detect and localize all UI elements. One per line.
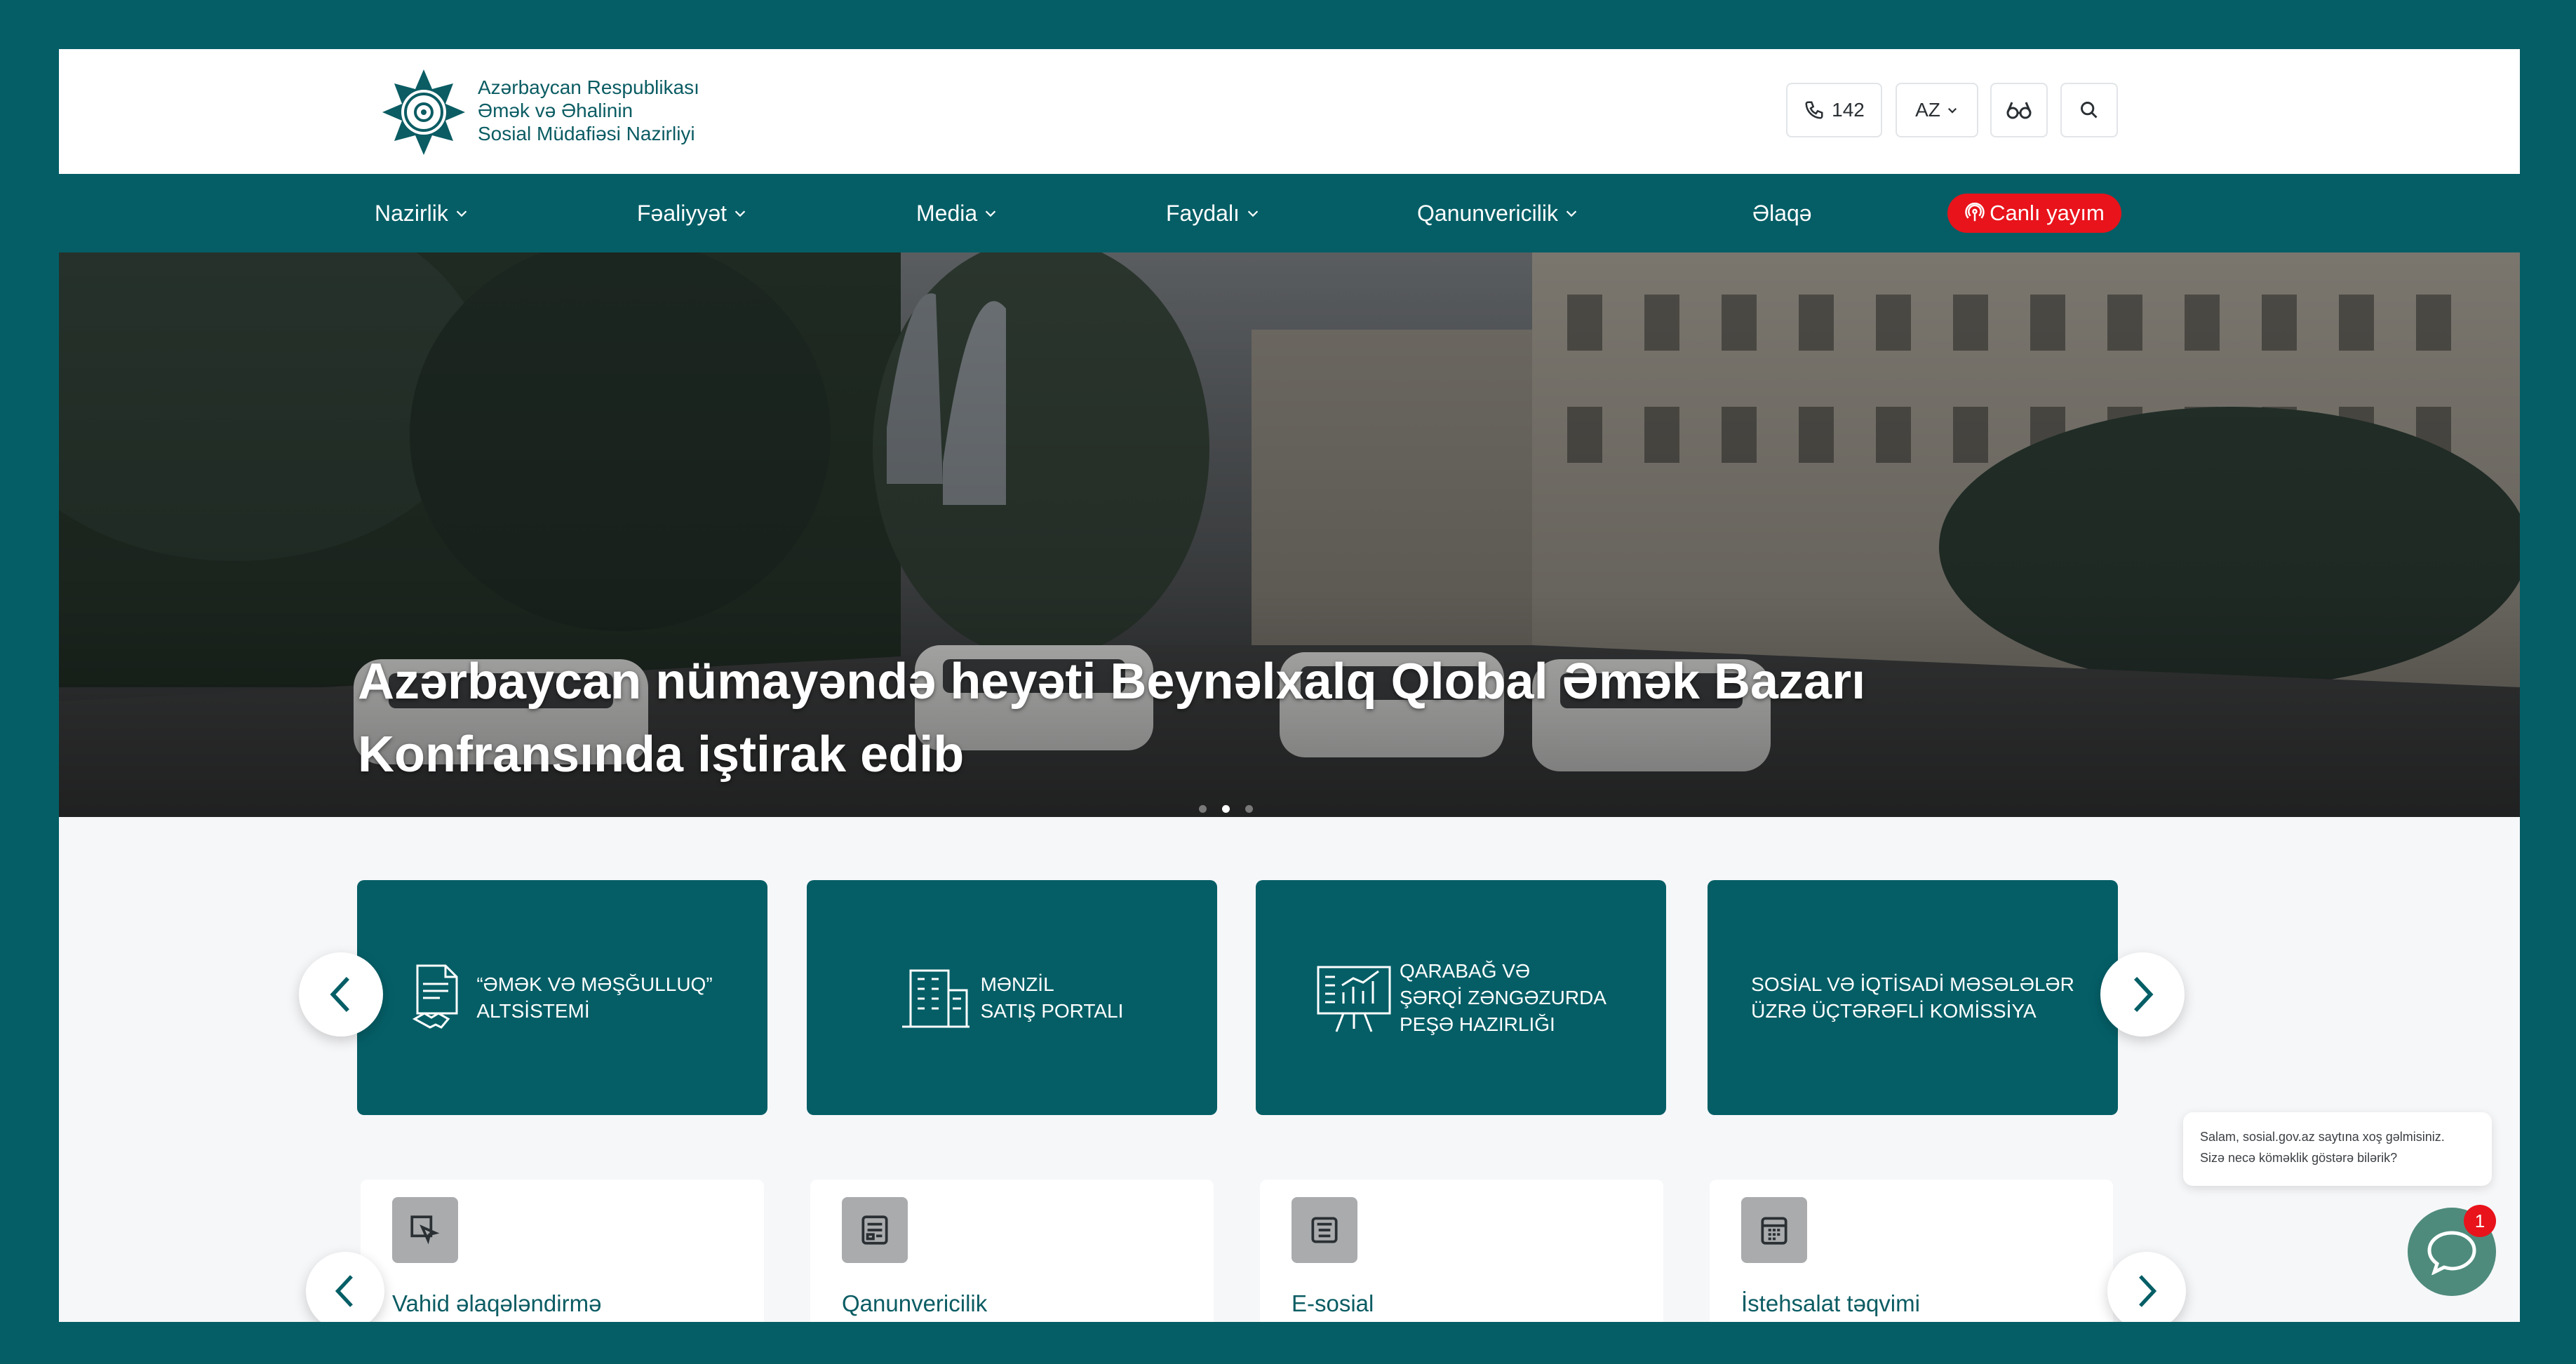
hero-slider[interactable]: Azərbaycan nümayəndə heyəti Beynəlxalq Q…: [59, 252, 2520, 817]
nav-item-fealiyyet[interactable]: Fəaliyyət: [637, 174, 748, 252]
chat-icon: [2427, 1231, 2476, 1275]
card-title-line-3: PEŞƏ HAZIRLIĞI: [1400, 1013, 1555, 1035]
ministry-logo[interactable]: [378, 67, 469, 158]
nav-item-label: Nazirlik: [375, 200, 448, 226]
service-label: Vahid əlaqələndirmə: [392, 1290, 602, 1316]
language-select[interactable]: AZ: [1896, 83, 1978, 137]
site-header: Azərbaycan Respublikası Əmək və Əhalinin…: [59, 49, 2520, 174]
card-qarabag-pese[interactable]: QARABAĞ VƏ ŞƏRQİ ZƏNGƏZURDA PEŞƏ HAZIRLI…: [1256, 880, 1666, 1115]
chat-unread-badge: 1: [2464, 1205, 2496, 1237]
calendar-icon: [1741, 1197, 1807, 1263]
nav-item-label: Media: [916, 200, 978, 226]
service-istehsalat-teqvimi[interactable]: İstehsalat təqvimi: [1710, 1180, 2113, 1322]
chevron-right-icon: [2134, 976, 2154, 1013]
search-button[interactable]: [2060, 83, 2118, 137]
phone-icon: [1805, 101, 1823, 119]
chevron-down-icon: [985, 210, 996, 217]
ministry-name-line-1: Azərbaycan Respublikası: [478, 76, 699, 98]
hotline-button[interactable]: 142: [1786, 83, 1882, 137]
nav-item-label: Qanunvericilik: [1417, 200, 1558, 226]
live-stream-label: Canlı yayım: [1990, 201, 2105, 225]
chevron-down-icon: [1566, 210, 1577, 217]
chevron-right-icon: [2139, 1275, 2157, 1307]
nav-item-faydali[interactable]: Faydalı: [1166, 174, 1261, 252]
live-stream-button[interactable]: Canlı yayım: [1947, 194, 2121, 233]
building-icon: [901, 969, 970, 1027]
page-frame: Azərbaycan Respublikası Əmək və Əhalinin…: [59, 49, 2520, 1322]
handshake-document-icon: [412, 964, 458, 1029]
card-title-line-2: ŞƏRQİ ZƏNGƏZURDA: [1400, 986, 1606, 1008]
card-emek-mesgulluq[interactable]: “ƏMƏK VƏ MƏŞĞULLUQ” ALTSİSTEMİ: [357, 880, 767, 1115]
service-e-sosial[interactable]: E-sosial: [1260, 1180, 1663, 1322]
e-service-icon: [1292, 1197, 1357, 1263]
service-label: E-sosial: [1292, 1290, 1374, 1316]
services-next-button[interactable]: [2107, 1252, 2186, 1322]
chevron-left-icon: [330, 976, 349, 1013]
nav-item-label: Əlaqə: [1752, 200, 1812, 226]
slider-dot[interactable]: [1245, 805, 1253, 813]
language-label: AZ: [1915, 99, 1940, 121]
slider-dot-active[interactable]: [1222, 805, 1230, 813]
nav-item-qanunvericilik[interactable]: Qanunvericilik: [1417, 174, 1579, 252]
chevron-left-icon: [335, 1275, 353, 1307]
nav-item-elaqe[interactable]: Əlaqə: [1752, 174, 1812, 252]
service-label: İstehsalat təqvimi: [1741, 1290, 1920, 1316]
cursor-click-icon: [392, 1197, 458, 1263]
nav-item-label: Faydalı: [1166, 200, 1240, 226]
search-icon: [2081, 102, 2098, 119]
presentation-chart-icon: [1317, 966, 1391, 1032]
broadcast-icon: [1965, 203, 1985, 222]
chat-greeting-line-2: Sizə necə köməklik göstərə bilərik?: [2200, 1151, 2398, 1165]
ministry-name-line-3: Sosial Müdafiəsi Nazirliyi: [478, 123, 695, 144]
services-prev-button[interactable]: [306, 1252, 384, 1322]
card-menzil-satis[interactable]: MƏNZİL SATIŞ PORTALI: [807, 880, 1217, 1115]
accessibility-button[interactable]: [1990, 83, 2048, 137]
cards-prev-button[interactable]: [299, 952, 383, 1036]
card-title-line-1: MƏNZİL: [980, 973, 1054, 995]
service-qanunvericilik[interactable]: Qanunvericilik: [810, 1180, 1214, 1322]
accessibility-glasses-icon: [2006, 102, 2032, 119]
nav-item-media[interactable]: Media: [916, 174, 998, 252]
card-title-line-1: SOSİAL VƏ İQTİSADİ MƏSƏLƏLƏR: [1751, 973, 2074, 995]
card-title-line-1: QARABAĞ VƏ: [1400, 959, 1531, 982]
chevron-down-icon: [1947, 107, 1957, 114]
service-label: Qanunvericilik: [842, 1290, 988, 1316]
service-vahid-elaqelendirme[interactable]: Vahid əlaqələndirmə: [361, 1180, 764, 1322]
nav-item-label: Fəaliyyət: [637, 200, 727, 226]
card-ucterefli-komissiya[interactable]: SOSİAL VƏ İQTİSADİ MƏSƏLƏLƏR ÜZRƏ ÜÇTƏRƏ…: [1708, 880, 2118, 1115]
chevron-down-icon: [456, 210, 467, 217]
hero-headline[interactable]: Azərbaycan nümayəndə heyəti Beynəlxalq Q…: [358, 645, 1901, 791]
hotline-number: 142: [1832, 99, 1865, 121]
ministry-name-line-2: Əmək və Əhalinin: [478, 100, 633, 121]
document-list-icon: [842, 1197, 908, 1263]
card-title-line-2: ÜZRƏ ÜÇTƏRƏFLİ KOMİSSİYA: [1751, 999, 2037, 1022]
cards-next-button[interactable]: [2100, 952, 2185, 1036]
slider-dot[interactable]: [1199, 805, 1207, 813]
chevron-down-icon: [734, 210, 746, 217]
card-title-line-2: SATIŞ PORTALI: [980, 999, 1124, 1022]
card-title-line-1: “ƏMƏK VƏ MƏŞĞULLUQ”: [476, 973, 713, 995]
main-nav: Nazirlik Fəaliyyət Media Faydalı Qanunve…: [59, 174, 2520, 252]
chat-greeting-line-1: Salam, sosial.gov.az saytına xoş gəlmisi…: [2200, 1130, 2445, 1144]
chat-greeting-bubble[interactable]: Salam, sosial.gov.az saytına xoş gəlmisi…: [2183, 1112, 2492, 1186]
card-title-line-2: ALTSİSTEMİ: [476, 999, 590, 1022]
ministry-name[interactable]: Azərbaycan Respublikası Əmək və Əhalinin…: [478, 76, 699, 145]
nav-item-nazirlik[interactable]: Nazirlik: [375, 174, 469, 252]
chevron-down-icon: [1247, 210, 1259, 217]
